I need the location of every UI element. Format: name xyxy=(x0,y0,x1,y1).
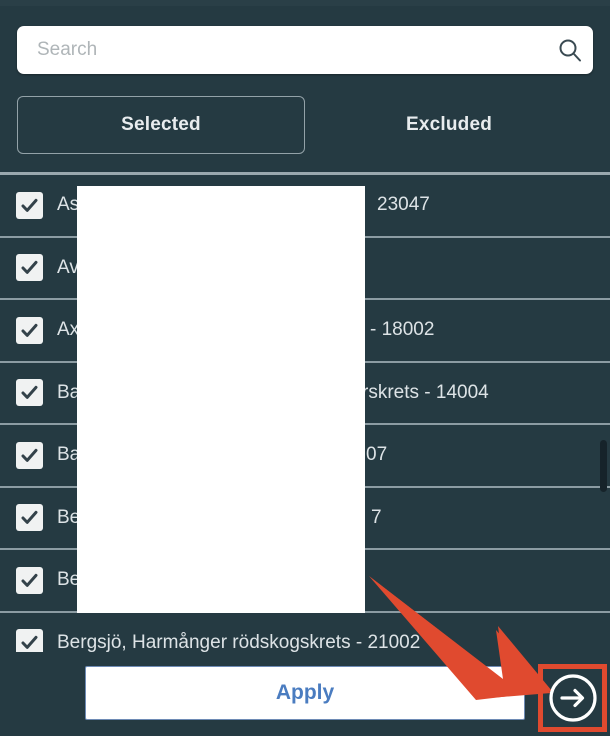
apply-button[interactable]: Apply xyxy=(85,666,525,720)
checkbox-checked-icon[interactable] xyxy=(16,504,43,532)
search-icon[interactable] xyxy=(547,26,593,74)
search-input[interactable] xyxy=(17,26,547,74)
checkbox-checked-icon[interactable] xyxy=(16,254,43,282)
row-label: Av xyxy=(57,256,79,278)
checkbox-checked-icon[interactable] xyxy=(16,629,43,652)
row-suffix: rskrets - 14004 xyxy=(362,381,489,403)
scrollbar-thumb[interactable] xyxy=(600,440,607,492)
row-suffix: 7 xyxy=(371,506,382,528)
overlay-panel xyxy=(77,186,365,613)
filter-panel: Selected Excluded As 23047 Av xyxy=(0,0,610,736)
forward-button[interactable] xyxy=(547,672,599,724)
checkbox-checked-icon[interactable] xyxy=(16,441,43,469)
search-field[interactable] xyxy=(17,26,593,74)
filter-tabs: Selected Excluded xyxy=(17,96,593,154)
row-label: Ax xyxy=(57,319,80,341)
tab-selected-label: Selected xyxy=(121,114,201,135)
checkbox-checked-icon[interactable] xyxy=(16,316,43,344)
checkbox-checked-icon[interactable] xyxy=(16,379,43,407)
tab-excluded[interactable]: Excluded xyxy=(305,96,593,154)
panel-header: Selected Excluded xyxy=(0,6,610,175)
row-suffix: - 18002 xyxy=(370,319,435,341)
row-suffix: 23047 xyxy=(377,194,430,216)
row-suffix: 07 xyxy=(366,444,388,466)
row-label: Bergsjö, Harmånger rödskogskrets - 21002 xyxy=(57,631,421,652)
row-label: As xyxy=(57,194,80,216)
apply-button-label: Apply xyxy=(275,681,335,704)
checkbox-checked-icon[interactable] xyxy=(16,191,43,219)
tab-selected[interactable]: Selected xyxy=(17,96,305,154)
panel-footer: Apply xyxy=(0,652,610,736)
tab-excluded-label: Excluded xyxy=(405,114,493,135)
arrow-right-circle-icon xyxy=(549,674,597,722)
table-row[interactable]: Bergsjö, Harmånger rödskogskrets - 21002 xyxy=(0,613,610,652)
checkbox-checked-icon[interactable] xyxy=(16,566,43,594)
